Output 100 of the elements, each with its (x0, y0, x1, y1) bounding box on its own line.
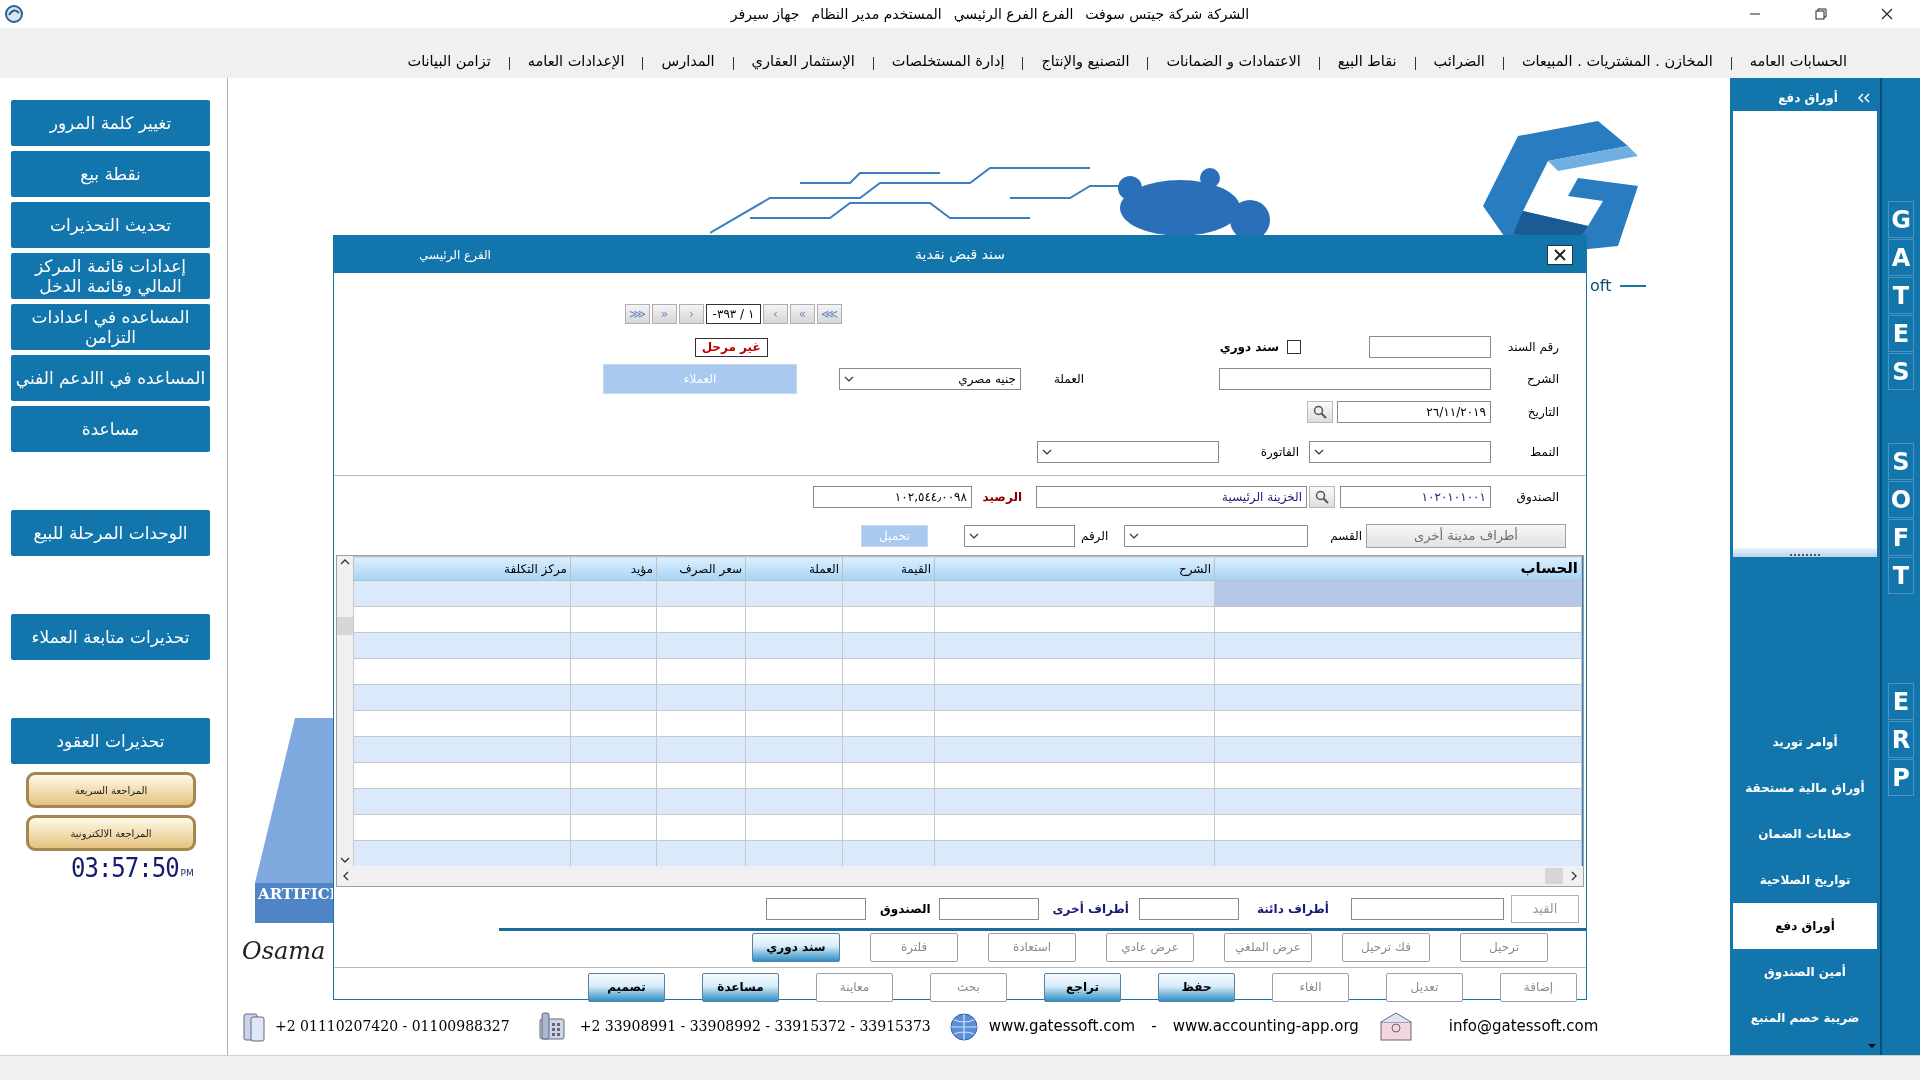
grid-cell[interactable] (934, 710, 1215, 737)
grid-cell[interactable] (934, 762, 1215, 789)
dropdown[interactable] (963, 525, 1075, 547)
grid-cell[interactable] (570, 762, 657, 789)
button[interactable]: عرض عادي (1106, 932, 1194, 962)
grid-cell[interactable] (1214, 606, 1582, 633)
grid-cell[interactable] (570, 736, 657, 763)
grid-cell[interactable] (1214, 658, 1582, 685)
grid-cell[interactable] (842, 736, 935, 763)
sidebar-button[interactable]: المساعده في اعدادات التزامن (11, 304, 210, 350)
button[interactable]: بحث (930, 972, 1007, 1002)
button[interactable]: إضافة (1500, 972, 1577, 1002)
grid-cell[interactable] (570, 684, 657, 711)
website-link[interactable]: www.gatessoft.com (988, 1015, 1136, 1038)
column-header[interactable]: مركز التكلفة (353, 556, 571, 581)
menu-item[interactable]: الحسابات العامه (1731, 51, 1865, 73)
grid-cell[interactable] (1214, 736, 1582, 763)
grid-cell[interactable] (934, 606, 1215, 633)
sidebar-button[interactable]: المساعده في االدعم الفني (11, 355, 210, 401)
sidebar-button[interactable]: نقطة بيع (11, 151, 210, 197)
menu-item[interactable]: المدارس (643, 51, 733, 73)
menu-item[interactable]: الإعدادات العامه (509, 51, 643, 73)
grid-cell[interactable] (353, 710, 571, 737)
grid-cell[interactable] (842, 762, 935, 789)
grid-cell[interactable] (353, 580, 571, 607)
grid-cell[interactable] (656, 762, 746, 789)
button[interactable]: ترحيل (1460, 932, 1548, 962)
menu-item[interactable]: نقاط البيع (1319, 51, 1415, 73)
grid-cell[interactable] (656, 684, 746, 711)
nav-item[interactable]: تواريخ الصلاحية (1733, 857, 1877, 903)
grid-cell[interactable] (842, 840, 935, 867)
button[interactable]: معاينة (816, 972, 893, 1002)
column-header[interactable]: سعر الصرف (656, 556, 746, 581)
column-header[interactable]: مؤيد (570, 556, 657, 581)
grid-cell[interactable] (745, 736, 843, 763)
grid-cell[interactable] (745, 814, 843, 841)
scrollbar[interactable] (337, 556, 353, 866)
grid-cell[interactable] (353, 632, 571, 659)
column-header[interactable]: الحساب (1214, 556, 1582, 581)
menu-item[interactable]: الإستثمار العقاري (733, 51, 873, 73)
menu-item[interactable]: التصنيع والإنتاج (1023, 51, 1148, 73)
button[interactable]: تراجع (1044, 972, 1121, 1002)
close-icon[interactable] (1881, 8, 1893, 20)
grid-cell[interactable] (570, 788, 657, 815)
button[interactable]: مساعدة (702, 972, 779, 1002)
grid-cell[interactable] (570, 606, 657, 633)
input-field[interactable] (1219, 368, 1491, 390)
grid-cell[interactable] (745, 606, 843, 633)
splitter-handle[interactable] (1733, 548, 1877, 557)
grid-cell[interactable] (934, 736, 1215, 763)
nav-item[interactable]: أوراق مالية مستحقة (1733, 765, 1877, 811)
grid-cell[interactable] (842, 606, 935, 633)
grid-cell[interactable] (656, 658, 746, 685)
input-field[interactable]: ١٠٢٠١٠١٠٠١ (1340, 486, 1491, 508)
nav-button[interactable]: › (763, 303, 788, 324)
input-field[interactable] (1351, 898, 1504, 920)
grid-cell[interactable] (570, 814, 657, 841)
button[interactable]: تصميم (588, 972, 665, 1002)
nav-item[interactable]: خطابات الضمان (1733, 811, 1877, 857)
button[interactable]: عرض الملغي (1224, 932, 1312, 962)
input-field[interactable] (938, 898, 1039, 920)
grid-cell[interactable] (1214, 840, 1582, 867)
grid-cell[interactable] (745, 658, 843, 685)
grid-cell[interactable] (934, 580, 1215, 607)
grid-cell[interactable] (842, 710, 935, 737)
column-header[interactable]: القيمة (842, 556, 935, 581)
grid-cell[interactable] (1214, 580, 1582, 607)
input-field[interactable] (1369, 336, 1491, 358)
grid-cell[interactable] (745, 632, 843, 659)
menu-item[interactable]: الضرائب (1415, 51, 1503, 73)
nav-button[interactable]: ⋘ (625, 303, 650, 324)
grid-cell[interactable] (353, 684, 571, 711)
email-link[interactable]: info@gatessoft.com (1448, 1015, 1599, 1038)
grid-cell[interactable] (570, 840, 657, 867)
button[interactable]: استعادة (988, 932, 1076, 962)
grid-cell[interactable] (1214, 710, 1582, 737)
input-field[interactable]: الخزينة الرئيسية (1036, 486, 1307, 508)
grid-cell[interactable] (745, 788, 843, 815)
grid-cell[interactable] (745, 840, 843, 867)
nav-button[interactable]: « (652, 303, 677, 324)
nav-item[interactable]: أمين الصندوق (1733, 949, 1877, 995)
restore-icon[interactable] (1815, 8, 1827, 20)
sidebar-button[interactable]: الوحدات المرحلة للبيع (11, 510, 210, 556)
grid-cell[interactable] (745, 762, 843, 789)
sidebar-button[interactable]: مساعدة (11, 406, 210, 452)
grid-cell[interactable] (842, 658, 935, 685)
scroll-thumb[interactable] (1545, 868, 1563, 884)
grid-cell[interactable] (656, 788, 746, 815)
grid-cell[interactable] (745, 684, 843, 711)
review-button[interactable]: المراجعة الالكترونية (26, 815, 196, 851)
collapse-icon[interactable] (1857, 93, 1871, 103)
grid-cell[interactable] (934, 658, 1215, 685)
grid-cell[interactable] (353, 736, 571, 763)
grid-cell[interactable] (934, 632, 1215, 659)
nav-item[interactable]: ضريبة خصم المنبع (1733, 995, 1877, 1041)
grid-cell[interactable] (353, 658, 571, 685)
input-field[interactable] (1138, 898, 1239, 920)
grid-cell[interactable] (1214, 684, 1582, 711)
grid-cell[interactable] (353, 840, 571, 867)
grid-cell[interactable] (656, 580, 746, 607)
